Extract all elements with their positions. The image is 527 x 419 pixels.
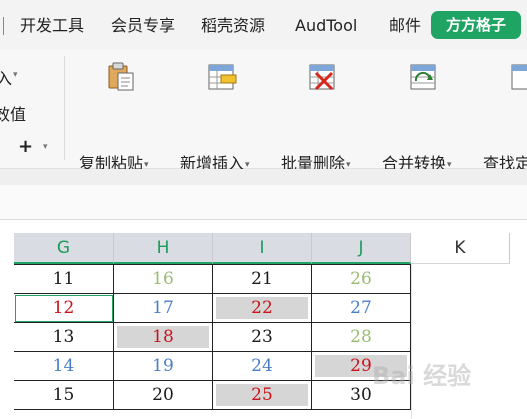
chevron-down-icon[interactable]: ▾ <box>13 70 18 80</box>
gridline <box>411 264 412 419</box>
chevron-down-icon: ▾ <box>346 159 351 170</box>
insert-table-icon[interactable] <box>207 62 237 92</box>
table-cell[interactable]: 22 <box>213 294 312 323</box>
plus-icon[interactable]: + <box>18 136 33 157</box>
column-header-j[interactable]: J <box>312 233 411 264</box>
clipboard-paste-icon[interactable] <box>106 62 136 92</box>
formula-bar-area[interactable] <box>0 185 527 220</box>
ribbon-bottom-band <box>0 169 527 185</box>
table-cell[interactable]: 16 <box>114 265 213 294</box>
chevron-down-icon[interactable]: ▾ <box>43 142 48 152</box>
table-cell[interactable]: 13 <box>14 323 114 352</box>
ribbon-toolbar: 入 ▾ 效值 + ▾ 复制粘贴▾ 新增插入▾ 批量删除▾ 合并转换▾ 查找定 <box>0 50 527 173</box>
delete-table-icon[interactable] <box>308 62 338 92</box>
column-header-h[interactable]: H <box>114 233 213 264</box>
chevron-down-icon: ▾ <box>447 159 452 170</box>
menu-developer-tools[interactable]: 开发工具 <box>20 14 84 38</box>
find-icon[interactable] <box>510 62 527 92</box>
table-cell[interactable]: 14 <box>14 352 114 381</box>
table-cell[interactable]: 19 <box>114 352 213 381</box>
column-header-i[interactable]: I <box>213 233 312 264</box>
table-cell[interactable]: 28 <box>312 323 411 352</box>
menu-member-exclusive[interactable]: 会员专享 <box>111 14 175 38</box>
table-cell[interactable]: 20 <box>114 381 213 410</box>
table-cell[interactable]: 25 <box>213 381 312 410</box>
table-cell[interactable]: 18 <box>114 323 213 352</box>
watermark: Bai 经验 <box>372 362 472 390</box>
table-cell[interactable]: 17 <box>114 294 213 323</box>
chevron-down-icon: ▾ <box>245 159 250 170</box>
column-header-k[interactable]: K <box>411 233 510 264</box>
table-cell[interactable]: 15 <box>14 381 114 410</box>
table-cell[interactable]: 11 <box>14 265 114 294</box>
table-cell[interactable]: 24 <box>213 352 312 381</box>
menu-bar: 开发工具 会员专享 稻壳资源 AudTool 邮件 方方格子 <box>0 0 527 50</box>
menu-fangfang-gezi-tab[interactable]: 方方格子 <box>431 11 521 39</box>
menu-edge-divider <box>3 17 4 35</box>
column-header-g[interactable]: G <box>14 233 114 264</box>
menu-mail[interactable]: 邮件 <box>389 14 421 38</box>
chevron-down-icon: ▾ <box>144 159 149 170</box>
menu-docer-resources[interactable]: 稻壳资源 <box>201 14 265 38</box>
table-cell[interactable]: 27 <box>312 294 411 323</box>
ribbon-divider <box>64 56 65 160</box>
table-cell[interactable]: 23 <box>213 323 312 352</box>
merge-convert-icon[interactable] <box>409 62 439 92</box>
table-cell[interactable]: 12 <box>14 294 114 323</box>
ribbon-partial-label-2[interactable]: 效值 <box>0 101 26 125</box>
table-cell[interactable]: 21 <box>213 265 312 294</box>
menu-audtool[interactable]: AudTool <box>295 14 357 38</box>
ribbon-partial-label-1[interactable]: 入 <box>0 65 12 89</box>
table-cell[interactable]: 26 <box>312 265 411 294</box>
